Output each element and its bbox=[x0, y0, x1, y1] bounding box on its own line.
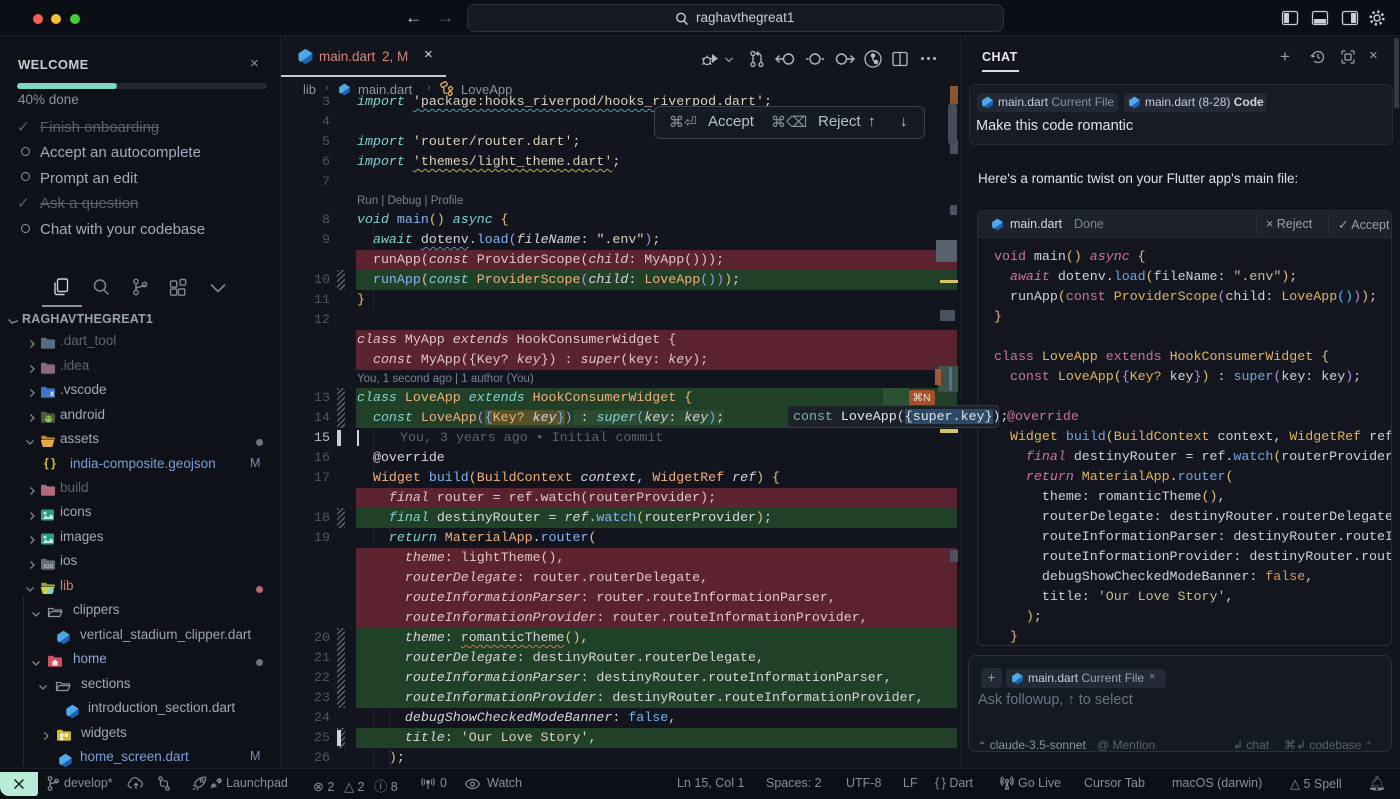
svg-text:iOS: iOS bbox=[44, 564, 54, 570]
